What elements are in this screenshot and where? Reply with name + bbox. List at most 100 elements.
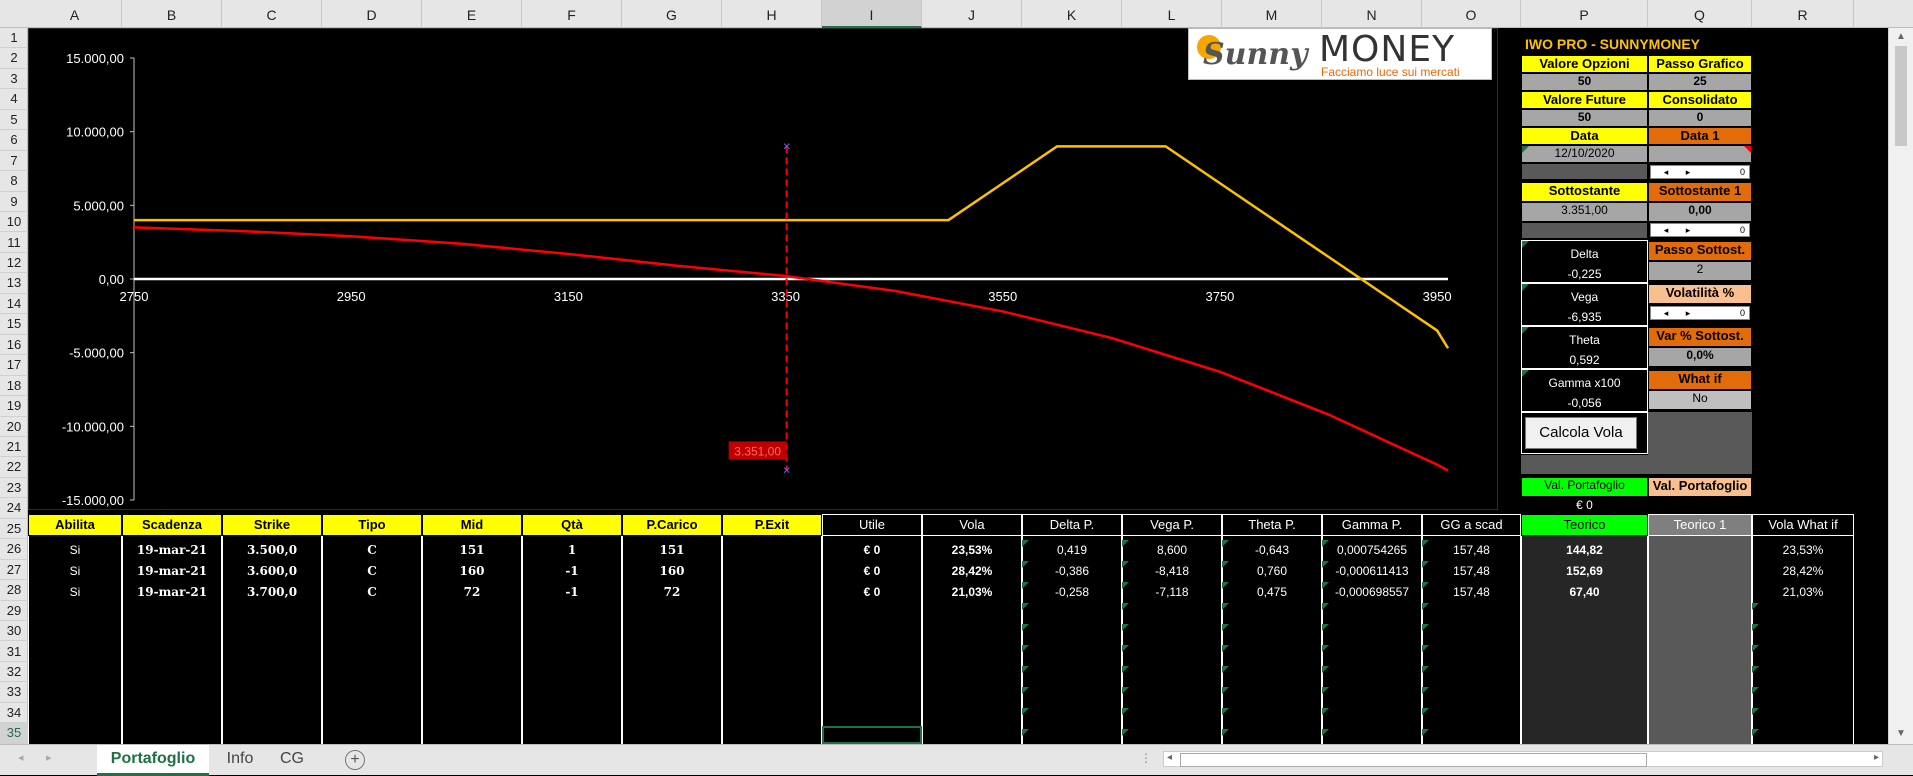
payoff-chart[interactable]: 15.000,00 10.000,00 5.000,00 0,00 -5.000,00 -… <box>28 28 1498 510</box>
row-header-4[interactable]: 4 <box>0 89 28 110</box>
table-cell[interactable]: 0,760 <box>1222 561 1322 581</box>
table-cell[interactable]: 3.600,0 <box>222 561 322 581</box>
row-header-27[interactable]: 27 <box>0 560 28 581</box>
sottostante-value[interactable]: 3.351,00 <box>1521 202 1648 222</box>
row-header-24[interactable]: 24 <box>0 498 28 519</box>
table-cell[interactable]: -1 <box>522 582 622 602</box>
column-header-i[interactable]: I <box>822 0 922 28</box>
row-header-12[interactable]: 12 <box>0 253 28 274</box>
table-cell[interactable] <box>1648 540 1752 560</box>
table-cell[interactable]: 3.700,0 <box>222 582 322 602</box>
table-cell[interactable]: 157,48 <box>1422 582 1521 602</box>
row-header-28[interactable]: 28 <box>0 580 28 601</box>
column-header-r[interactable]: R <box>1752 0 1854 28</box>
spin-right-icon[interactable]: ▸ <box>1677 224 1699 236</box>
column-header-q[interactable]: Q <box>1648 0 1752 28</box>
valore-opzioni-input[interactable]: 50 <box>1521 73 1648 91</box>
valore-future-input[interactable]: 50 <box>1521 109 1648 127</box>
table-cell[interactable]: 144,82 <box>1521 540 1648 560</box>
column-header-j[interactable]: J <box>922 0 1022 28</box>
table-cell[interactable]: Si <box>28 582 122 602</box>
table-cell[interactable]: -0,386 <box>1022 561 1122 581</box>
table-cell[interactable]: 28,42% <box>1752 561 1854 581</box>
data-input[interactable]: 12/10/2020 <box>1521 145 1648 163</box>
row-header-18[interactable]: 18 <box>0 376 28 397</box>
row-header-21[interactable]: 21 <box>0 437 28 458</box>
table-cell[interactable] <box>1648 582 1752 602</box>
row-header-17[interactable]: 17 <box>0 355 28 376</box>
scroll-thumb[interactable] <box>1895 46 1907 146</box>
row-header-11[interactable]: 11 <box>0 233 28 253</box>
tab-nav-right-icon[interactable]: ▸ <box>46 751 52 764</box>
row-header-9[interactable]: 9 <box>0 192 28 213</box>
spin-left-icon[interactable]: ◂ <box>1655 224 1677 236</box>
table-cell[interactable]: -0,643 <box>1222 540 1322 560</box>
selected-cell-I35[interactable] <box>822 726 922 744</box>
table-cell[interactable]: Si <box>28 540 122 560</box>
var-sottost-input[interactable]: 0,0% <box>1648 347 1752 367</box>
spin-left-icon[interactable]: ◂ <box>1655 307 1677 319</box>
table-cell[interactable] <box>1648 561 1752 581</box>
row-header-7[interactable]: 7 <box>0 151 28 172</box>
column-header-f[interactable]: F <box>522 0 622 28</box>
table-cell[interactable]: 72 <box>422 582 522 602</box>
table-cell[interactable]: € 0 <box>822 540 922 560</box>
row-header-20[interactable]: 20 <box>0 417 28 437</box>
table-cell[interactable] <box>722 561 822 581</box>
column-header-h[interactable]: H <box>722 0 822 28</box>
row-header-22[interactable]: 22 <box>0 457 28 478</box>
table-cell[interactable]: 3.500,0 <box>222 540 322 560</box>
row-header-23[interactable]: 23 <box>0 478 28 499</box>
row-header-8[interactable]: 8 <box>0 171 28 192</box>
row-header-3[interactable]: 3 <box>0 69 28 90</box>
row-header-29[interactable]: 29 <box>0 601 28 622</box>
passo-grafico-input[interactable]: 25 <box>1648 73 1752 91</box>
table-cell[interactable]: 28,42% <box>922 561 1022 581</box>
column-header-e[interactable]: E <box>422 0 522 28</box>
table-cell[interactable]: 21,03% <box>922 582 1022 602</box>
passo-sottost-input[interactable]: 2 <box>1648 261 1752 281</box>
add-sheet-icon[interactable]: + <box>345 750 365 770</box>
row-header-13[interactable]: 13 <box>0 273 28 294</box>
column-header-d[interactable]: D <box>322 0 422 28</box>
volatilita-spinner[interactable]: ◂ ▸ 0 <box>1650 306 1750 320</box>
row-header-14[interactable]: 14 <box>0 294 28 315</box>
table-cell[interactable]: -8,418 <box>1122 561 1222 581</box>
row-header-5[interactable]: 5 <box>0 110 28 131</box>
table-cell[interactable]: 157,48 <box>1422 561 1521 581</box>
table-cell[interactable]: Si <box>28 561 122 581</box>
table-cell[interactable]: 21,03% <box>1752 582 1854 602</box>
row-header-32[interactable]: 32 <box>0 662 28 683</box>
table-cell[interactable]: € 0 <box>822 561 922 581</box>
table-cell[interactable]: 0,475 <box>1222 582 1322 602</box>
column-header-n[interactable]: N <box>1322 0 1422 28</box>
table-cell[interactable] <box>722 582 822 602</box>
table-cell[interactable]: C <box>322 582 422 602</box>
table-cell[interactable]: -0,258 <box>1022 582 1122 602</box>
sottostante1-spinner[interactable]: ◂ ▸ 0 <box>1650 223 1750 237</box>
table-cell[interactable]: C <box>322 561 422 581</box>
spin-right-icon[interactable]: ▸ <box>1677 307 1699 319</box>
tab-info[interactable]: Info <box>212 745 268 773</box>
column-header-o[interactable]: O <box>1422 0 1521 28</box>
scroll-up-icon[interactable]: ▲ <box>1896 31 1906 42</box>
tab-portafoglio[interactable]: Portafoglio <box>97 745 209 776</box>
table-cell[interactable]: -0,000611413 <box>1322 561 1422 581</box>
row-header-19[interactable]: 19 <box>0 396 28 417</box>
row-header-1[interactable]: 1 <box>0 28 28 49</box>
data1-input[interactable] <box>1648 145 1752 163</box>
column-header-g[interactable]: G <box>622 0 722 28</box>
row-header-6[interactable]: 6 <box>0 130 28 151</box>
row-header-30[interactable]: 30 <box>0 621 28 642</box>
row-header-2[interactable]: 2 <box>0 48 28 69</box>
table-cell[interactable]: C <box>322 540 422 560</box>
table-cell[interactable]: -0,000698557 <box>1322 582 1422 602</box>
table-cell[interactable]: -1 <box>522 561 622 581</box>
scroll-down-icon[interactable]: ▼ <box>1896 728 1906 739</box>
sottostante1-value[interactable]: 0,00 <box>1648 202 1752 222</box>
table-cell[interactable]: 0,419 <box>1022 540 1122 560</box>
table-cell[interactable]: 67,40 <box>1521 582 1648 602</box>
column-header-m[interactable]: M <box>1222 0 1322 28</box>
hscroll-right-icon[interactable]: ▸ <box>1874 752 1879 763</box>
table-cell[interactable]: 1 <box>522 540 622 560</box>
